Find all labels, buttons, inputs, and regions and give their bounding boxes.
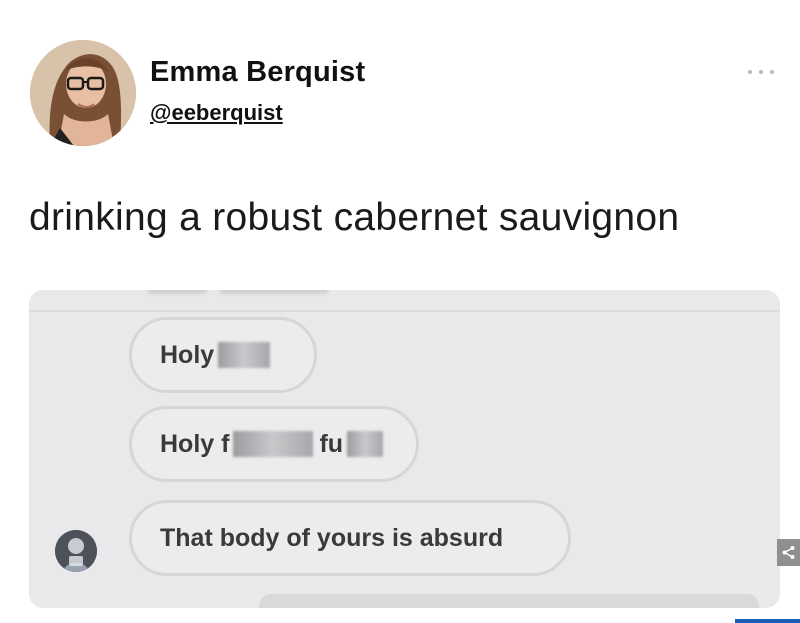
censor-blur [233, 431, 314, 457]
tweet-card: Emma Berquist @eeberquist drinking a rob… [0, 0, 800, 623]
more-dot [748, 70, 752, 74]
cropped-text-stub [219, 290, 329, 294]
more-dot [770, 70, 774, 74]
censor-blur [218, 342, 271, 368]
cropped-bubble [259, 594, 759, 608]
profile-avatar[interactable] [30, 40, 136, 146]
censor-blur [347, 431, 384, 457]
message-bubble: That body of yours is absurd [129, 500, 571, 576]
user-handle[interactable]: @eeberquist [150, 100, 283, 126]
message-text: That body of yours is absurd [160, 523, 504, 552]
message-bubble: Holy [129, 317, 317, 393]
share-icon[interactable] [777, 539, 800, 566]
tweet-media-image[interactable]: Holy Holy f fu That body of yours is abs… [29, 290, 780, 608]
more-horizontal-icon[interactable] [748, 64, 774, 80]
more-dot [759, 70, 763, 74]
display-name[interactable]: Emma Berquist [150, 56, 365, 89]
cropped-text-stub [147, 290, 207, 294]
divider [29, 310, 780, 312]
message-text: Holy f [160, 429, 230, 458]
message-bubble: Holy f fu [129, 406, 419, 482]
avatar-icon [55, 530, 97, 572]
profile-photo [30, 40, 136, 146]
accent-bar [735, 619, 800, 623]
message-text-fragment: fu [319, 429, 344, 458]
tweet-text: drinking a robust cabernet sauvignon [29, 196, 680, 239]
message-text: Holy [160, 340, 215, 369]
